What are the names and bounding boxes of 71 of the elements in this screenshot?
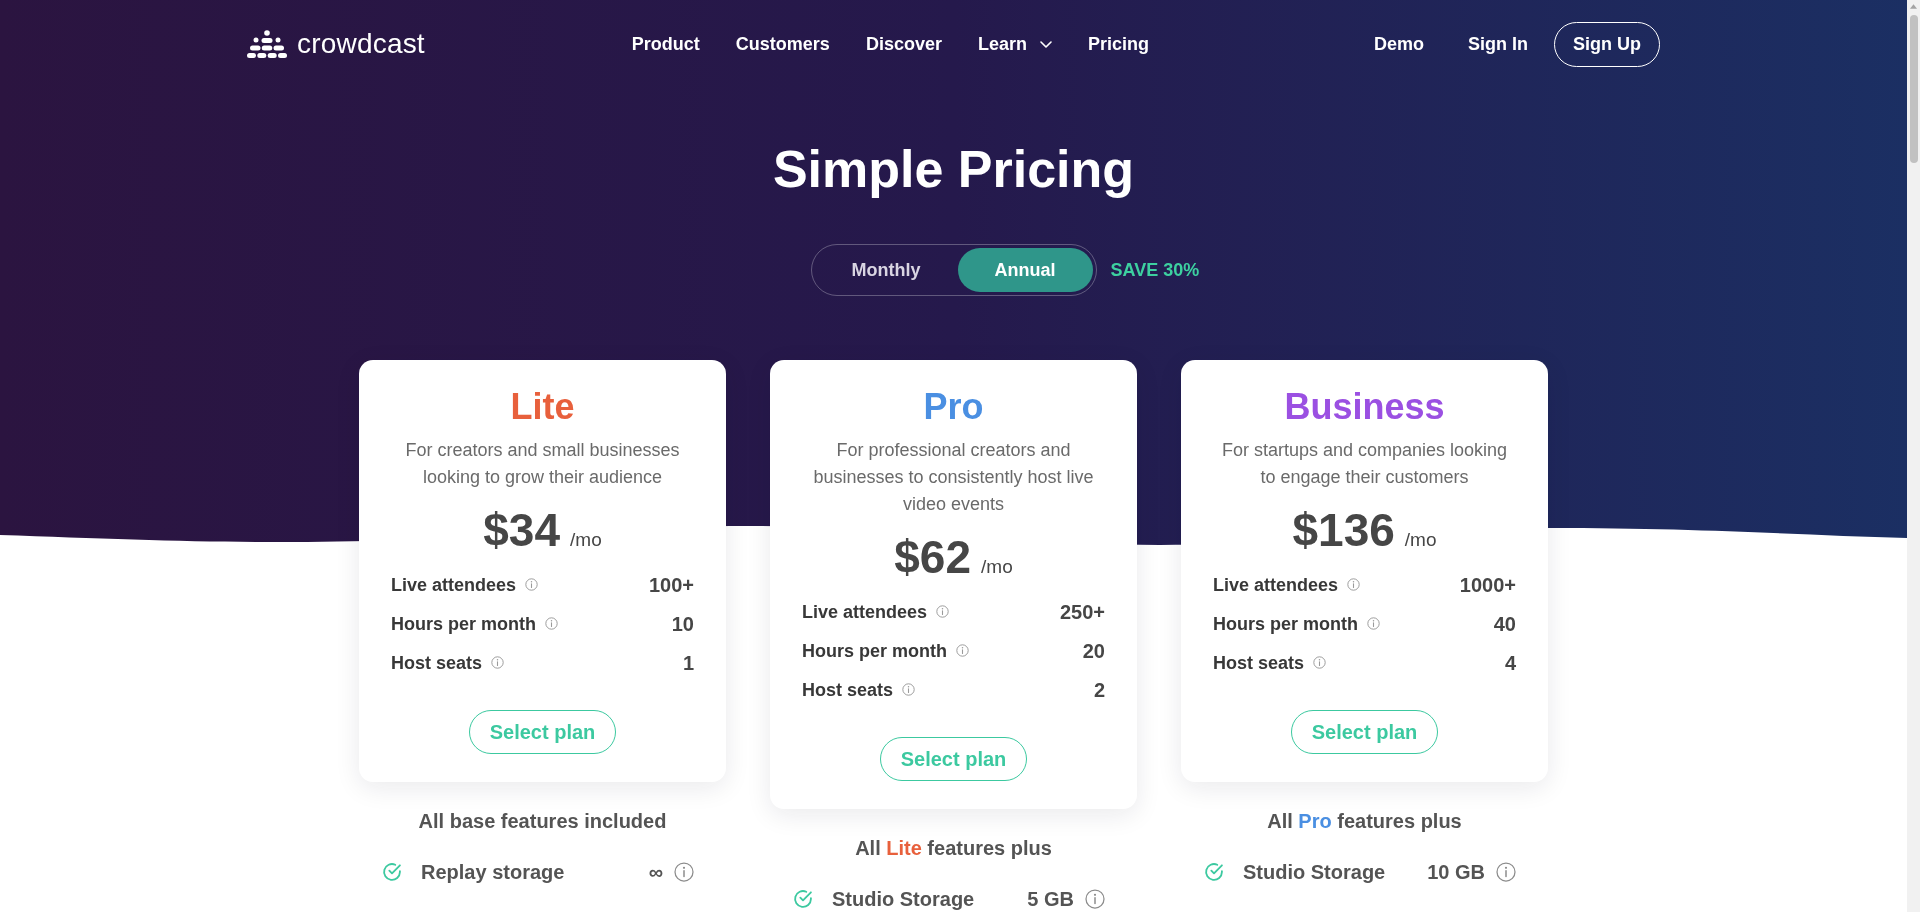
stat-label: Live attendees [802, 600, 928, 624]
stat-value: 10 [671, 611, 694, 636]
save-label: SAVE 30% [1110, 259, 1200, 282]
caret-icon [1039, 40, 1052, 48]
check-circle-icon [382, 862, 402, 882]
info-icon[interactable] [674, 862, 694, 882]
stat-label: Hours per month [802, 639, 947, 663]
scrollbar[interactable] [1907, 0, 1920, 912]
page-title: Simple Pricing [771, 139, 1136, 200]
stat-value: 100+ [648, 572, 694, 597]
feature-value: 5 GB [1027, 888, 1074, 910]
info-icon[interactable] [491, 656, 505, 669]
check-circle-icon [1204, 862, 1224, 882]
check-circle-icon [793, 889, 813, 909]
feature-value: 10 GB [1427, 861, 1485, 883]
stat-label: Hours per month [1213, 612, 1358, 636]
feature-label: Studio Storage [1243, 861, 1386, 883]
info-icon[interactable] [545, 617, 558, 630]
scroll-up-arrow-icon[interactable] [1910, 4, 1917, 9]
stat-value: 250+ [1059, 599, 1105, 624]
header-link[interactable]: Demo [1374, 32, 1424, 56]
info-icon[interactable] [1496, 862, 1516, 882]
stat-value: 20 [1082, 638, 1105, 663]
nav-link[interactable]: Customers [735, 32, 830, 56]
plan-price: $62 [894, 531, 972, 583]
stat-value: 2 [1093, 677, 1105, 702]
stat-label: Hours per month [391, 612, 536, 636]
nav-link[interactable]: Discover [865, 32, 942, 56]
stat-label: Live attendees [391, 573, 517, 597]
info-icon[interactable] [1085, 889, 1105, 909]
plan-description: For creators and small businesses looking to grow their audience [404, 439, 681, 489]
features-heading: All Pro features plus [1266, 809, 1463, 833]
plan-price: $136 [1292, 504, 1395, 556]
info-icon[interactable] [1367, 617, 1380, 630]
info-icon[interactable] [525, 578, 539, 591]
feature-label: Studio Storage [832, 888, 975, 910]
scrollbar-thumb[interactable] [1909, 15, 1918, 163]
stat-value: 1000+ [1459, 572, 1516, 597]
nav-link[interactable]: Product [631, 32, 700, 56]
features-heading: All Lite features plus [854, 836, 1053, 860]
nav-link[interactable]: Learn [977, 32, 1052, 56]
stat-label: Host seats [1213, 651, 1305, 675]
info-icon[interactable] [902, 683, 916, 696]
feature-label: Replay storage [421, 861, 565, 883]
info-icon[interactable] [1347, 578, 1361, 591]
billing-option[interactable]: Monthly [814, 248, 958, 292]
plan-description: For startups and companies looking to engage their customers [1220, 439, 1509, 489]
stat-value: 40 [1493, 611, 1516, 636]
feature-value: ∞ [648, 861, 663, 883]
info-icon[interactable] [1313, 656, 1327, 669]
plan-description: For professional creators and businesses to consistently host live video events [812, 439, 1095, 516]
info-icon[interactable] [936, 605, 950, 618]
price-period: /mo [981, 555, 1013, 579]
price-period: /mo [1404, 528, 1437, 552]
price-period: /mo [570, 528, 602, 552]
billing-option[interactable]: Annual [957, 248, 1093, 292]
nav-link[interactable]: Pricing [1087, 32, 1149, 56]
plan-price: $34 [483, 504, 561, 556]
header-link[interactable]: Sign In [1468, 32, 1528, 56]
plan-name: Lite [510, 385, 575, 429]
stat-label: Host seats [802, 678, 894, 702]
stat-value: 1 [682, 650, 694, 675]
stat-label: Live attendees [1213, 573, 1339, 597]
info-icon[interactable] [956, 644, 969, 657]
features-heading: All base features included [417, 809, 668, 833]
crowd-logo-icon [247, 30, 287, 58]
logo-link[interactable]: crowdcast [247, 28, 425, 60]
plan-name: Business [1284, 385, 1445, 429]
stat-value: 4 [1504, 650, 1516, 675]
plan-name: Pro [923, 385, 984, 429]
stat-label: Host seats [391, 651, 483, 675]
